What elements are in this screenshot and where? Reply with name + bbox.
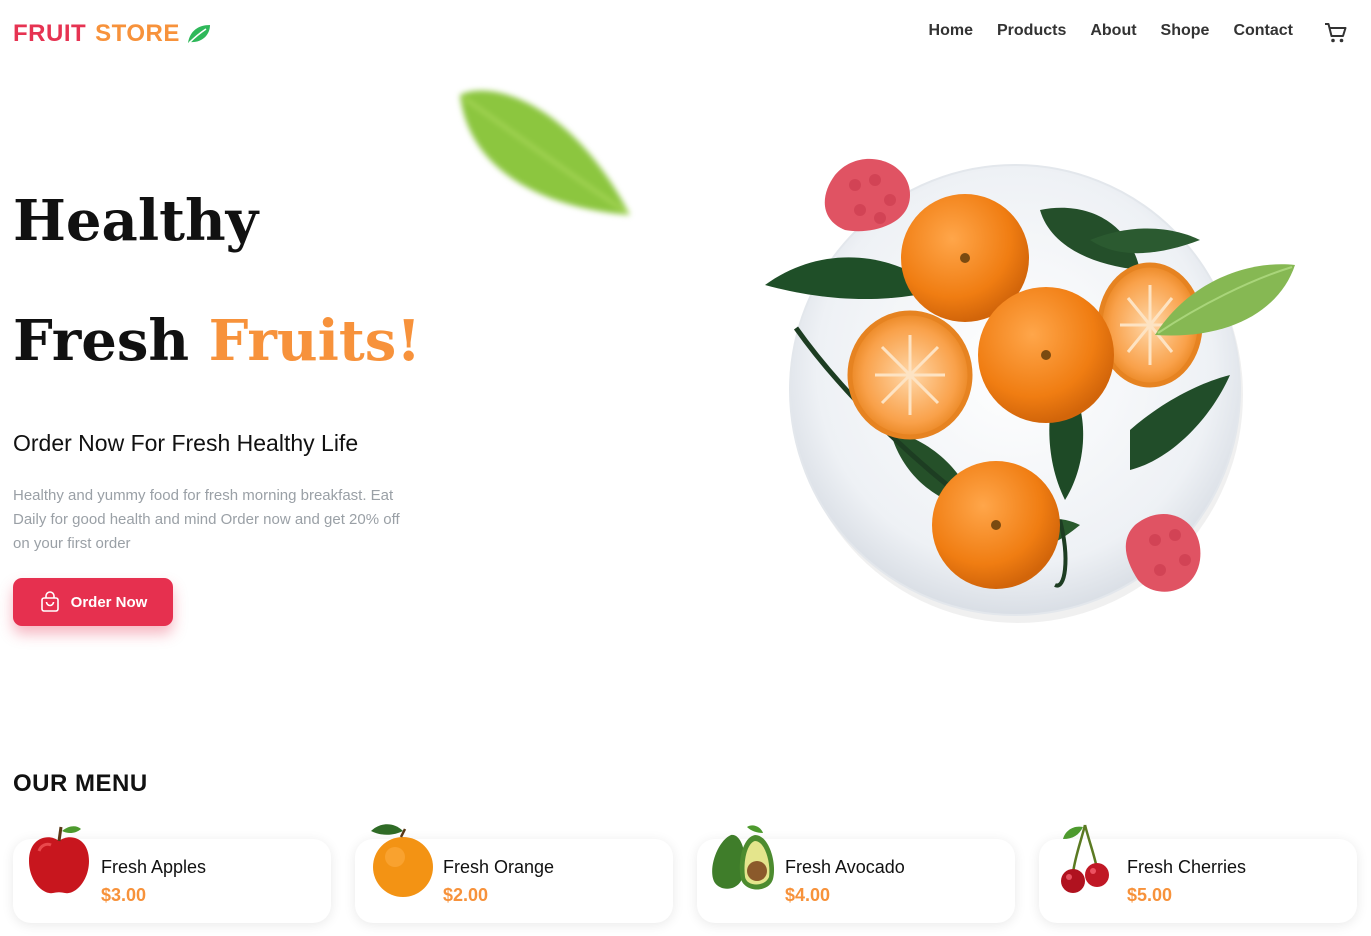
menu-item-name: Fresh Orange: [443, 857, 555, 877]
hero-title-fruits: Fruits!: [208, 308, 421, 374]
menu-item-name: Fresh Apples: [101, 857, 207, 877]
fruit-plate-image: [765, 158, 1295, 623]
brand-word-store: STORE: [95, 20, 180, 47]
menu-item-price: $2.00: [443, 885, 489, 905]
menu-item-name: Fresh Cherries: [1127, 857, 1247, 877]
menu-card-orange[interactable]: Fresh Orange $2.00: [355, 824, 673, 923]
brand-word-fruit: FRUIT: [13, 20, 87, 47]
apple-icon: [29, 826, 89, 894]
menu-item-price: $4.00: [785, 885, 831, 905]
orange-icon: [371, 824, 433, 897]
hero-title-line2: Fresh Fruits!: [13, 306, 421, 376]
hero-description: Healthy and yummy food for fresh morning…: [13, 487, 400, 552]
menu-item-price: $5.00: [1127, 885, 1173, 905]
shopping-bag-icon: [40, 591, 59, 612]
hero-title-line1: Healthy: [13, 188, 259, 254]
nav-products[interactable]: Products: [997, 22, 1066, 40]
avocado-icon: [712, 825, 775, 890]
menu-item-price: $3.00: [101, 885, 147, 905]
brand-logo[interactable]: FRUIT STORE: [13, 20, 212, 48]
hero-tagline: Order Now For Fresh Healthy Life: [13, 430, 359, 456]
nav-menu: Home Products About Shope Contact: [905, 22, 1293, 40]
floating-leaf-image: [460, 90, 630, 215]
menu-section-title: OUR MENU: [13, 770, 148, 797]
order-now-button[interactable]: Order Now: [13, 578, 173, 626]
menu-card-apples[interactable]: Fresh Apples $3.00: [13, 826, 331, 923]
top-navbar: FRUIT STORE Home Products About Shope Co…: [0, 0, 1371, 68]
nav-home[interactable]: Home: [929, 22, 973, 40]
hero-title-fresh: Fresh: [13, 308, 190, 374]
cherries-icon: [1061, 824, 1109, 893]
nav-contact[interactable]: Contact: [1233, 22, 1293, 40]
menu-card-avocado[interactable]: Fresh Avocado $4.00: [697, 825, 1015, 923]
nav-shope[interactable]: Shope: [1161, 22, 1210, 40]
leaf-icon: [187, 25, 210, 44]
menu-item-name: Fresh Avocado: [785, 857, 905, 877]
cart-icon[interactable]: [1324, 21, 1348, 45]
nav-about[interactable]: About: [1090, 22, 1136, 40]
order-now-label: Order Now: [70, 593, 148, 611]
menu-card-cherries[interactable]: Fresh Cherries $5.00: [1039, 824, 1357, 923]
